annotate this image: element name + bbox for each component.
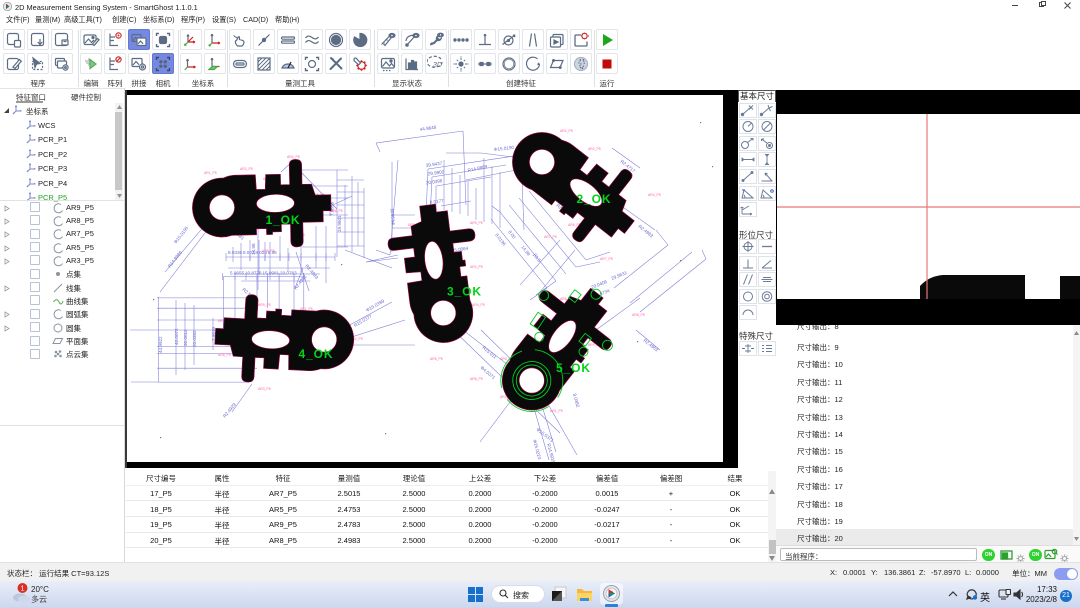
svg-text:8.0177: 8.0177 bbox=[429, 198, 444, 205]
svg-text:R15.011: R15.011 bbox=[481, 345, 498, 360]
svg-text:44.9648: 44.9648 bbox=[419, 125, 437, 132]
svg-text:14.98: 14.98 bbox=[251, 243, 256, 255]
svg-text:AR7_P5: AR7_P5 bbox=[600, 257, 613, 261]
svg-text:44.9649: 44.9649 bbox=[390, 208, 396, 225]
svg-text:Φ15.0195: Φ15.0195 bbox=[173, 225, 190, 244]
svg-text:44.9922: 44.9922 bbox=[158, 336, 163, 353]
svg-text:R15.0377: R15.0377 bbox=[353, 313, 373, 328]
svg-text:AR3_P5: AR3_P5 bbox=[258, 387, 271, 391]
svg-text:29.9631: 29.9631 bbox=[611, 270, 629, 281]
svg-text:AR1_P5: AR1_P5 bbox=[550, 409, 563, 413]
svg-text:AR1_P5: AR1_P5 bbox=[204, 171, 217, 175]
svg-text:R14.9986: R14.9986 bbox=[167, 249, 183, 268]
svg-text:8.0196: 8.0196 bbox=[494, 233, 507, 248]
svg-text:20.0352: 20.0352 bbox=[192, 330, 197, 347]
svg-text:5_OK: 5_OK bbox=[556, 361, 590, 375]
svg-text:1_OK: 1_OK bbox=[266, 213, 300, 227]
svg-text:AR1_P5: AR1_P5 bbox=[560, 129, 573, 133]
svg-text:1: 1 bbox=[20, 584, 24, 593]
svg-text:AR9_P5: AR9_P5 bbox=[258, 303, 271, 307]
svg-text:AR6_P5: AR6_P5 bbox=[330, 209, 343, 213]
svg-text:R2.4929: R2.4929 bbox=[222, 402, 237, 419]
svg-text:8.0382: 8.0382 bbox=[572, 393, 581, 408]
svg-text:40.0072: 40.0072 bbox=[174, 328, 179, 345]
svg-text:Φ15.0190: Φ15.0190 bbox=[494, 145, 515, 152]
svg-text:AR4_P5: AR4_P5 bbox=[472, 303, 485, 307]
svg-text:AR8_P5: AR8_P5 bbox=[632, 313, 645, 317]
svg-text:AR2_P5: AR2_P5 bbox=[240, 167, 253, 171]
svg-text:R14.9889: R14.9889 bbox=[467, 164, 488, 173]
svg-text:3D: 3D bbox=[433, 62, 442, 69]
svg-text:3_OK: 3_OK bbox=[447, 285, 481, 299]
svg-text:AR2_P5: AR2_P5 bbox=[588, 147, 601, 151]
svg-text:AR8_P5: AR8_P5 bbox=[218, 353, 231, 357]
svg-text:30.0011: 30.0011 bbox=[183, 329, 188, 346]
svg-text:Φ15.0399: Φ15.0399 bbox=[365, 298, 385, 313]
svg-text:19.9601: 19.9601 bbox=[337, 215, 342, 232]
svg-text:R2.4983: R2.4983 bbox=[637, 224, 654, 239]
svg-text:R2.4963: R2.4963 bbox=[642, 338, 659, 353]
svg-text:14.98: 14.98 bbox=[520, 245, 531, 257]
svg-text:R14.9918: R14.9918 bbox=[546, 443, 556, 462]
svg-text:AR6_P5: AR6_P5 bbox=[470, 377, 483, 381]
svg-text:AR9_P5: AR9_P5 bbox=[470, 221, 483, 225]
svg-text:5.9655 10.8776 15.0981 20.0783: 5.9655 10.8776 15.0981 20.0783 bbox=[230, 271, 297, 276]
svg-text:AR4_P5: AR4_P5 bbox=[648, 193, 661, 197]
svg-text:4_OK: 4_OK bbox=[299, 347, 333, 361]
svg-text:2_OK: 2_OK bbox=[577, 192, 611, 206]
svg-text:AR2_P5: AR2_P5 bbox=[470, 265, 483, 269]
svg-text:Φ15.0223: Φ15.0223 bbox=[532, 439, 542, 460]
svg-text:AR4_P5: AR4_P5 bbox=[287, 155, 300, 159]
svg-text:AR5_P5: AR5_P5 bbox=[430, 357, 443, 361]
svg-text:R2.4982: R2.4982 bbox=[293, 274, 308, 291]
svg-text:AR9_P5: AR9_P5 bbox=[262, 249, 275, 253]
svg-text:AR7_P5: AR7_P5 bbox=[544, 235, 557, 239]
svg-text:20.0398: 20.0398 bbox=[425, 178, 443, 185]
